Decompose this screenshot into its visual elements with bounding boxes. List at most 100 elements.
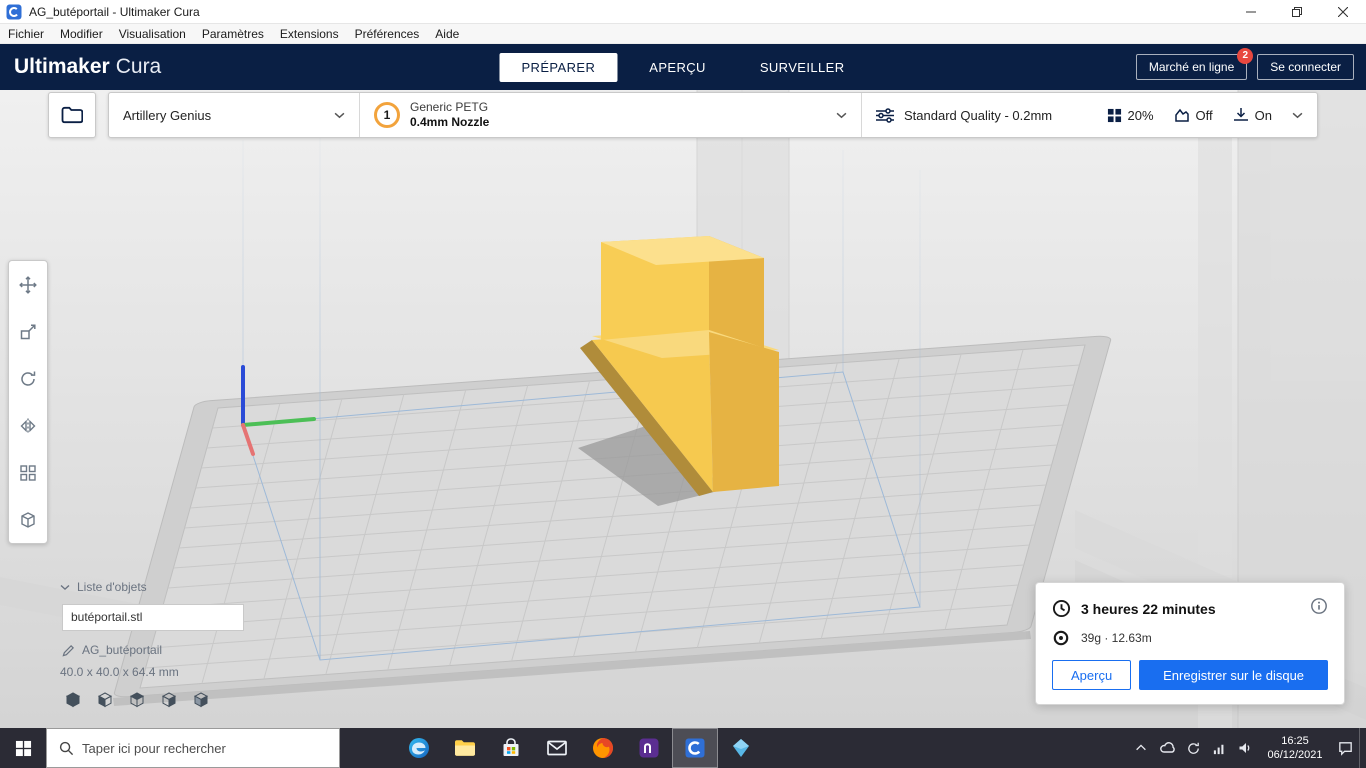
tool-column — [8, 260, 48, 544]
sync-icon — [1187, 742, 1199, 754]
move-tool-icon — [19, 275, 37, 294]
chevron-down-icon — [60, 584, 70, 590]
action-center-icon — [1338, 741, 1352, 756]
model-name: AG_butéportail — [82, 643, 163, 657]
taskbar-notepad-button[interactable] — [626, 728, 672, 768]
per-model-settings-button[interactable] — [9, 449, 47, 496]
adhesion-setting: On — [1233, 107, 1272, 123]
taskbar-cura-button[interactable] — [672, 728, 718, 768]
tray-expand-button[interactable] — [1129, 728, 1153, 768]
menu-visualisation[interactable]: Visualisation — [111, 24, 194, 44]
taskbar-edge-button[interactable] — [396, 728, 442, 768]
maximize-icon — [1292, 6, 1302, 17]
tray-volume-button[interactable] — [1233, 728, 1257, 768]
taskbar-explorer-button[interactable] — [442, 728, 488, 768]
system-tray: 16:25 06/12/2021 — [1129, 728, 1366, 768]
view-front-button[interactable] — [94, 689, 116, 711]
maximize-button[interactable] — [1274, 0, 1320, 23]
firefox-icon — [593, 738, 613, 758]
cura-app-icon — [6, 4, 22, 19]
object-list-item[interactable]: butéportail.stl — [62, 604, 244, 631]
close-button[interactable] — [1320, 0, 1366, 23]
view-front-icon — [97, 692, 113, 708]
adhesion-value: On — [1254, 107, 1272, 123]
minimize-button[interactable] — [1228, 0, 1274, 23]
camera-view-buttons — [62, 689, 244, 711]
network-signal-icon — [1213, 744, 1223, 754]
material-selector[interactable]: 1 Generic PETG 0.4mm Nozzle — [359, 93, 861, 137]
tab-preview[interactable]: APERÇU — [627, 53, 728, 82]
open-file-button[interactable] — [48, 92, 96, 138]
view-left-icon — [161, 692, 177, 708]
menu-fichier[interactable]: Fichier — [0, 24, 52, 44]
model-dimensions: 40.0 x 40.0 x 64.4 mm — [60, 665, 179, 679]
taskbar-store-button[interactable] — [488, 728, 534, 768]
tray-sync-button[interactable] — [1181, 728, 1205, 768]
tab-prepare[interactable]: PRÉPARER — [499, 52, 618, 82]
edge-icon — [409, 738, 429, 758]
taskbar-3d-app-button[interactable] — [718, 728, 764, 768]
menu-preferences[interactable]: Préférences — [347, 24, 428, 44]
support-setting: Off — [1174, 107, 1213, 123]
pencil-icon — [62, 644, 74, 657]
taskbar-firefox-button[interactable] — [580, 728, 626, 768]
taskbar-mail-button[interactable] — [534, 728, 580, 768]
view-right-icon — [193, 692, 209, 708]
print-duration: 3 heures 22 minutes — [1081, 600, 1216, 617]
support-blocker-button[interactable] — [9, 496, 47, 543]
menu-parametres[interactable]: Paramètres — [194, 24, 272, 44]
view-3d-icon — [65, 692, 81, 708]
per-model-settings-icon — [20, 464, 36, 481]
close-icon — [1338, 6, 1348, 17]
infill-value: 20% — [1127, 107, 1154, 123]
brand-cura: Cura — [115, 55, 162, 78]
volume-icon — [1239, 743, 1250, 753]
model-rename[interactable]: AG_butéportail — [62, 643, 244, 657]
save-to-disk-button[interactable]: Enregistrer sur le disque — [1139, 660, 1328, 690]
menu-modifier[interactable]: Modifier — [52, 24, 111, 44]
tray-onedrive-button[interactable] — [1155, 728, 1179, 768]
taskbar-clock[interactable]: 16:25 06/12/2021 — [1259, 734, 1331, 762]
view-top-button[interactable] — [126, 689, 148, 711]
rotate-tool-button[interactable] — [9, 355, 47, 402]
start-button[interactable] — [0, 728, 46, 768]
move-tool-button[interactable] — [9, 261, 47, 308]
support-blocker-icon — [21, 511, 35, 528]
show-desktop-button[interactable] — [1359, 728, 1364, 768]
scale-tool-button[interactable] — [9, 308, 47, 355]
minimize-icon — [1246, 11, 1256, 12]
mirror-tool-button[interactable] — [9, 402, 47, 449]
extruder-number: 1 — [383, 108, 391, 122]
blue-diamond-icon — [733, 739, 749, 757]
view-left-button[interactable] — [158, 689, 180, 711]
clock-icon — [1052, 599, 1071, 618]
marketplace-badge: 2 — [1237, 48, 1254, 64]
brand-ultimaker: Ultimaker — [14, 55, 110, 78]
search-input[interactable] — [82, 740, 312, 756]
chevron-up-icon — [1136, 744, 1146, 751]
action-center-button[interactable] — [1333, 728, 1357, 768]
menu-aide[interactable]: Aide — [427, 24, 467, 44]
taskbar-search[interactable] — [46, 728, 340, 768]
taskbar-apps — [396, 728, 764, 768]
marketplace-button[interactable]: Marché en ligne 2 — [1135, 48, 1254, 80]
view-right-button[interactable] — [190, 689, 212, 711]
print-settings-selector[interactable]: Standard Quality - 0.2mm 20% Off On — [861, 93, 1317, 137]
microsoft-store-icon — [503, 738, 519, 756]
menu-bar: Fichier Modifier Visualisation Paramètre… — [0, 24, 1366, 44]
view-3d-button[interactable] — [62, 689, 84, 711]
object-list-title: Liste d'objets — [77, 580, 147, 594]
infill-setting: 20% — [1107, 108, 1154, 123]
windows-taskbar: 16:25 06/12/2021 — [0, 728, 1366, 768]
file-explorer-icon — [455, 740, 475, 756]
menu-extensions[interactable]: Extensions — [272, 24, 347, 44]
tray-network-button[interactable] — [1207, 728, 1231, 768]
sign-in-button[interactable]: Se connecter — [1257, 54, 1354, 80]
tab-monitor[interactable]: SURVEILLER — [738, 53, 867, 82]
object-list-toggle[interactable]: Liste d'objets — [60, 580, 244, 594]
preview-button[interactable]: Aperçu — [1052, 660, 1132, 690]
mail-icon — [547, 740, 567, 756]
printer-selector[interactable]: Artillery Genius — [109, 93, 359, 137]
mirror-tool-icon — [20, 418, 36, 433]
print-info-button[interactable] — [1310, 597, 1328, 620]
